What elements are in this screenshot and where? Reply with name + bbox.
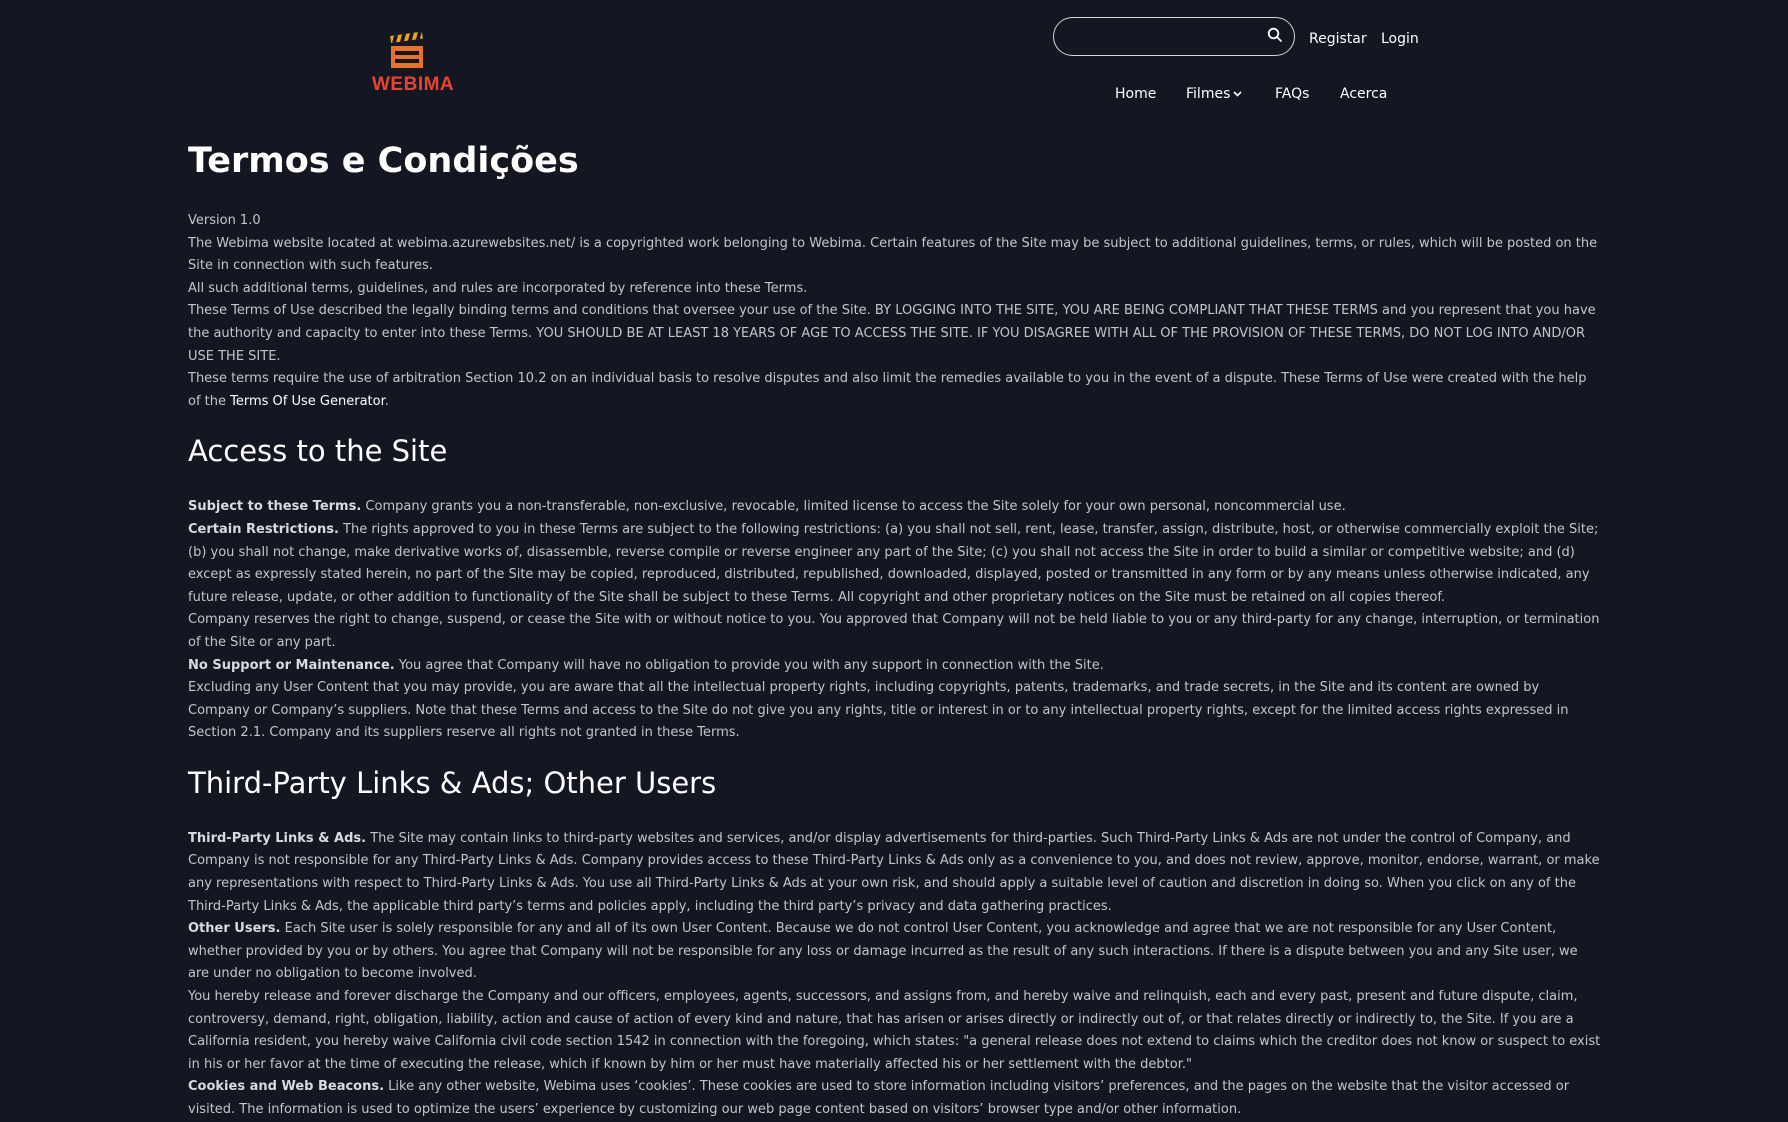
access-support-label: No Support or Maintenance.: [188, 657, 395, 673]
access-reserves-paragraph: Company reserves the right to change, su…: [188, 612, 1600, 650]
access-restrictions-label: Certain Restrictions.: [188, 521, 339, 537]
thirdparty-cookies-paragraph: Cookies and Web Beacons. Like any other …: [188, 1076, 1602, 1121]
thirdparty-links-text: The Site may contain links to third-part…: [188, 830, 1600, 914]
terms-generator-link[interactable]: Terms Of Use Generator: [230, 394, 385, 409]
thirdparty-users-paragraph: Other Users. Each Site user is solely re…: [188, 918, 1602, 986]
thirdparty-heading: Third-Party Links & Ads; Other Users: [188, 765, 717, 800]
thirdparty-users-label: Other Users.: [188, 921, 281, 937]
terms-content: Termos e Condições Version 1.0 The Webim…: [188, 136, 1602, 1122]
intro-paragraph-2: All such additional terms, guidelines, a…: [188, 280, 808, 296]
intro-p4-end: .: [384, 393, 389, 409]
thirdparty-links-paragraph: Third-Party Links & Ads. The Site may co…: [188, 828, 1602, 918]
thirdparty-cookies-label: Cookies and Web Beacons.: [188, 1079, 385, 1095]
access-support-paragraph: No Support or Maintenance. You agree tha…: [188, 655, 1602, 678]
search-input[interactable]: [1068, 26, 1252, 50]
nav-about[interactable]: Acerca: [1340, 86, 1387, 102]
nav-films-dropdown[interactable]: Filmes: [1186, 86, 1242, 102]
access-subject-paragraph: Subject to these Terms. Company grants y…: [188, 496, 1602, 519]
access-subject-label: Subject to these Terms.: [188, 499, 362, 515]
access-restrictions-paragraph: Certain Restrictions. The rights approve…: [188, 519, 1602, 609]
site-logo[interactable]: WEBIMA: [372, 32, 455, 96]
chevron-down-icon: [1233, 91, 1242, 97]
access-heading: Access to the Site: [188, 434, 448, 469]
nav-films-label: Filmes: [1186, 86, 1231, 102]
version-text: Version 1.0: [188, 213, 261, 228]
intro-paragraph-4: These terms require the use of arbitrati…: [188, 368, 1602, 413]
intro-paragraph-1: The Webima website located at webima.azu…: [188, 235, 1598, 274]
access-support-text: You agree that Company will have no obli…: [394, 657, 1104, 673]
search-button[interactable]: [1262, 24, 1288, 50]
thirdparty-release-paragraph: You hereby release and forever discharge…: [188, 989, 1601, 1072]
access-subject-text: Company grants you a non-transferable, n…: [361, 499, 1346, 515]
clapperboard-icon: [390, 32, 423, 68]
access-excluding-paragraph: Excluding any User Content that you may …: [188, 680, 1569, 741]
thirdparty-users-text: Each Site user is solely responsible for…: [188, 921, 1578, 982]
search-box: [1053, 17, 1295, 56]
thirdparty-cookies-text: Like any other website, Webima uses ‘coo…: [188, 1079, 1570, 1117]
register-link[interactable]: Registar: [1309, 31, 1367, 47]
page-title: Termos e Condições: [188, 141, 579, 181]
thirdparty-links-label: Third-Party Links & Ads.: [188, 830, 367, 846]
intro-p4-text: These terms require the use of arbitrati…: [188, 371, 1587, 409]
nav-home[interactable]: Home: [1115, 86, 1156, 102]
login-link[interactable]: Login: [1381, 31, 1419, 47]
brand-name: WEBIMA: [372, 74, 455, 95]
nav-faqs[interactable]: FAQs: [1275, 86, 1309, 102]
intro-paragraph-3: These Terms of Use described the legally…: [188, 303, 1596, 364]
access-restrictions-text: The rights approved to you in these Term…: [188, 521, 1599, 605]
search-icon: [1267, 27, 1282, 42]
